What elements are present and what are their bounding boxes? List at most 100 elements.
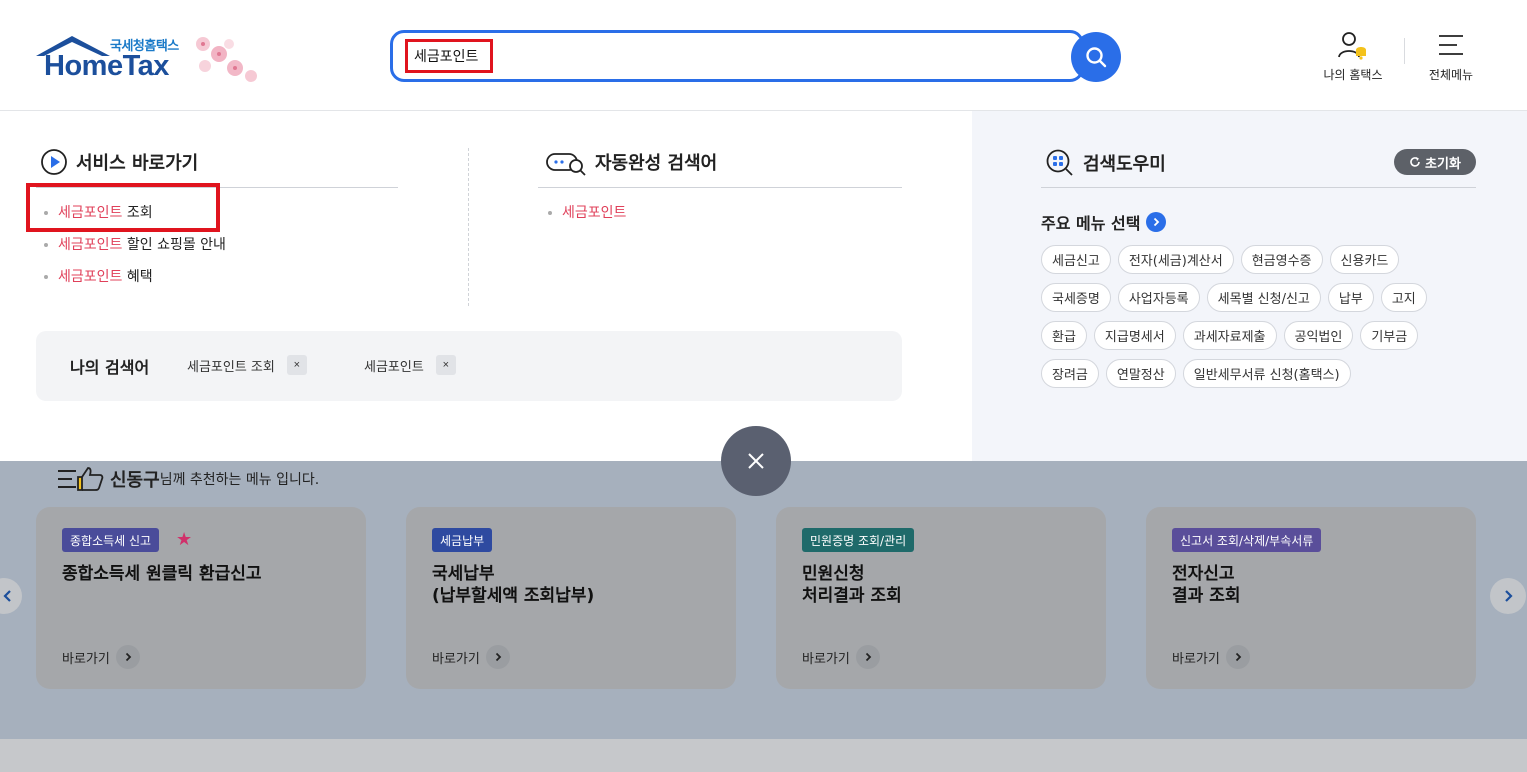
my-search-history: 나의 검색어 세금포인트 조회 × 세금포인트 ×: [36, 331, 902, 401]
list-item[interactable]: 세금포인트 할인 쇼핑몰 안내: [44, 234, 226, 266]
remove-history-button[interactable]: ×: [286, 355, 307, 375]
go-label: 바로가기: [62, 651, 110, 667]
recommend-header: 신동구 님께 추천하는 메뉴 입니다.: [56, 466, 319, 492]
card-title: 민원신청 처리결과 조회: [802, 563, 902, 607]
menu-tag[interactable]: 연말정산: [1105, 359, 1176, 388]
remove-history-button[interactable]: ×: [435, 355, 456, 375]
go-label: 바로가기: [1172, 651, 1220, 667]
tag-row: 환급 지급명세서 과세자료제출 공익법인 기부금: [1041, 321, 1491, 350]
bullet: [44, 275, 48, 279]
menu-tag[interactable]: 현금영수증: [1240, 245, 1323, 274]
card-title-line: 전자신고: [1172, 564, 1235, 584]
hometax-logo[interactable]: 국세청홈택스 HomeTax: [34, 32, 274, 86]
search-helper-label: 검색도우미: [1083, 154, 1166, 175]
service-shortcut-title: 서비스 바로가기: [40, 148, 198, 176]
bullet: [44, 243, 48, 247]
chevron-right-icon: [115, 645, 140, 669]
refresh-icon: [1410, 157, 1420, 167]
tag-row: 국세증명 사업자등록 세목별 신청/신고 납부 고지: [1041, 283, 1491, 312]
card-title: 전자신고 결과 조회: [1172, 563, 1240, 607]
reset-button[interactable]: 초기화: [1394, 149, 1476, 175]
logo-text: HomeTax: [44, 50, 169, 82]
menu-tag[interactable]: 환급: [1041, 321, 1087, 350]
recommend-card[interactable]: 종합소득세 신고 ★ 종합소득세 원클릭 환급신고 바로가기: [36, 507, 366, 689]
all-menu-button[interactable]: 전체메뉴: [1420, 30, 1482, 83]
autocomplete-underline: [538, 187, 902, 188]
tag-row: 장려금 연말정산 일반세무서류 신청(홈택스): [1041, 359, 1491, 388]
menu-tag[interactable]: 기부금: [1360, 321, 1419, 350]
recommend-suffix: 님께 추천하는 메뉴 입니다.: [159, 472, 320, 488]
menu-tag[interactable]: 국세증명: [1041, 283, 1111, 312]
card-title-line: 민원신청: [802, 564, 865, 584]
card-title-line: 국세납부: [432, 564, 495, 584]
service-shortcut-label: 서비스 바로가기: [76, 153, 199, 174]
user-bell-icon: [1338, 32, 1366, 60]
carousel-next-button[interactable]: [1490, 578, 1526, 614]
close-panel-button[interactable]: [721, 426, 791, 496]
go-button[interactable]: 바로가기: [62, 645, 140, 669]
go-label: 바로가기: [802, 651, 850, 667]
menu-tag[interactable]: 납부: [1327, 283, 1374, 312]
section-divider: [468, 148, 469, 306]
chevron-right-icon: [1146, 212, 1167, 232]
main-menu-select[interactable]: 주요 메뉴 선택: [1041, 210, 1167, 234]
search-history-text[interactable]: 세금포인트: [364, 356, 424, 375]
card-title: 국세납부 (납부할세액 조회납부): [432, 563, 594, 607]
autocomplete-title: 자동완성 검색어: [545, 148, 717, 176]
go-button[interactable]: 바로가기: [432, 645, 510, 669]
my-hometax-button[interactable]: 나의 홈택스: [1315, 30, 1391, 83]
card-title-line: 처리결과 조회: [802, 586, 902, 606]
menu-tag[interactable]: 과세자료제출: [1182, 321, 1277, 350]
menu-tag[interactable]: 세목별 신청/신고: [1206, 283, 1321, 312]
star-icon[interactable]: ★: [176, 529, 192, 550]
highlight-text: 세금포인트: [58, 269, 123, 285]
autocomplete-label: 자동완성 검색어: [595, 153, 718, 174]
my-search-title: 나의 검색어: [70, 358, 150, 377]
menu-tag[interactable]: 장려금: [1041, 359, 1099, 388]
list-item[interactable]: 세금포인트 혜택: [44, 266, 226, 298]
my-hometax-label: 나의 홈택스: [1323, 68, 1383, 82]
bullet: [548, 211, 552, 215]
go-button[interactable]: 바로가기: [1172, 645, 1250, 669]
search-input[interactable]: [405, 39, 493, 73]
tag-row: 세금신고 전자(세금)계산서 현금영수증 신용카드: [1041, 245, 1491, 274]
menu-tag[interactable]: 신용카드: [1329, 245, 1400, 274]
thumbs-up-icon: [58, 467, 104, 491]
chevron-right-icon: [485, 645, 510, 669]
menu-tag-list: 세금신고 전자(세금)계산서 현금영수증 신용카드 국세증명 사업자등록 세목별…: [1041, 245, 1491, 397]
autocomplete-item[interactable]: 세금포인트: [548, 202, 626, 224]
chevron-left-icon: [3, 590, 11, 602]
menu-tag[interactable]: 세금신고: [1041, 245, 1111, 274]
header-divider: [1404, 38, 1405, 64]
search-icon: [1086, 47, 1107, 68]
highlight-text: 세금포인트: [58, 237, 123, 253]
menu-tag[interactable]: 일반세무서류 신청(홈택스): [1182, 359, 1351, 388]
grid-search-icon: [1046, 149, 1073, 176]
hamburger-menu-icon: [1439, 35, 1463, 55]
item-text: 혜택: [122, 269, 153, 285]
cherry-blossom-icon: [196, 37, 257, 82]
menu-tag[interactable]: 고지: [1380, 283, 1427, 312]
recommend-card[interactable]: 신고서 조회/삭제/부속서류 전자신고 결과 조회 바로가기: [1146, 507, 1476, 689]
reset-label: 초기화: [1425, 156, 1461, 172]
search-history-text[interactable]: 세금포인트 조회: [187, 356, 275, 375]
menu-tag[interactable]: 지급명세서: [1093, 321, 1176, 350]
chevron-right-icon: [1225, 645, 1250, 669]
play-circle-icon: [41, 149, 67, 175]
menu-tag[interactable]: 공익법인: [1283, 321, 1354, 350]
search-button[interactable]: [1071, 32, 1121, 82]
menu-tag[interactable]: 전자(세금)계산서: [1117, 245, 1234, 274]
recommend-card[interactable]: 민원증명 조회/관리 민원신청 처리결과 조회 바로가기: [776, 507, 1106, 689]
search-helper-title: 검색도우미: [1045, 148, 1166, 178]
chevron-right-icon: [855, 645, 880, 669]
menu-tag[interactable]: 사업자등록: [1117, 283, 1200, 312]
annotation-highlight-box: [26, 183, 220, 232]
go-label: 바로가기: [432, 651, 480, 667]
highlight-text: 세금포인트: [562, 205, 627, 221]
search-history-chip: 세금포인트 조회 ×: [187, 355, 307, 375]
recommend-card[interactable]: 세금납부 국세납부 (납부할세액 조회납부) 바로가기: [406, 507, 736, 689]
card-title-line: 결과 조회: [1172, 586, 1241, 606]
go-button[interactable]: 바로가기: [802, 645, 880, 669]
search-box: [390, 30, 1084, 82]
category-badge: 세금납부: [432, 528, 493, 552]
